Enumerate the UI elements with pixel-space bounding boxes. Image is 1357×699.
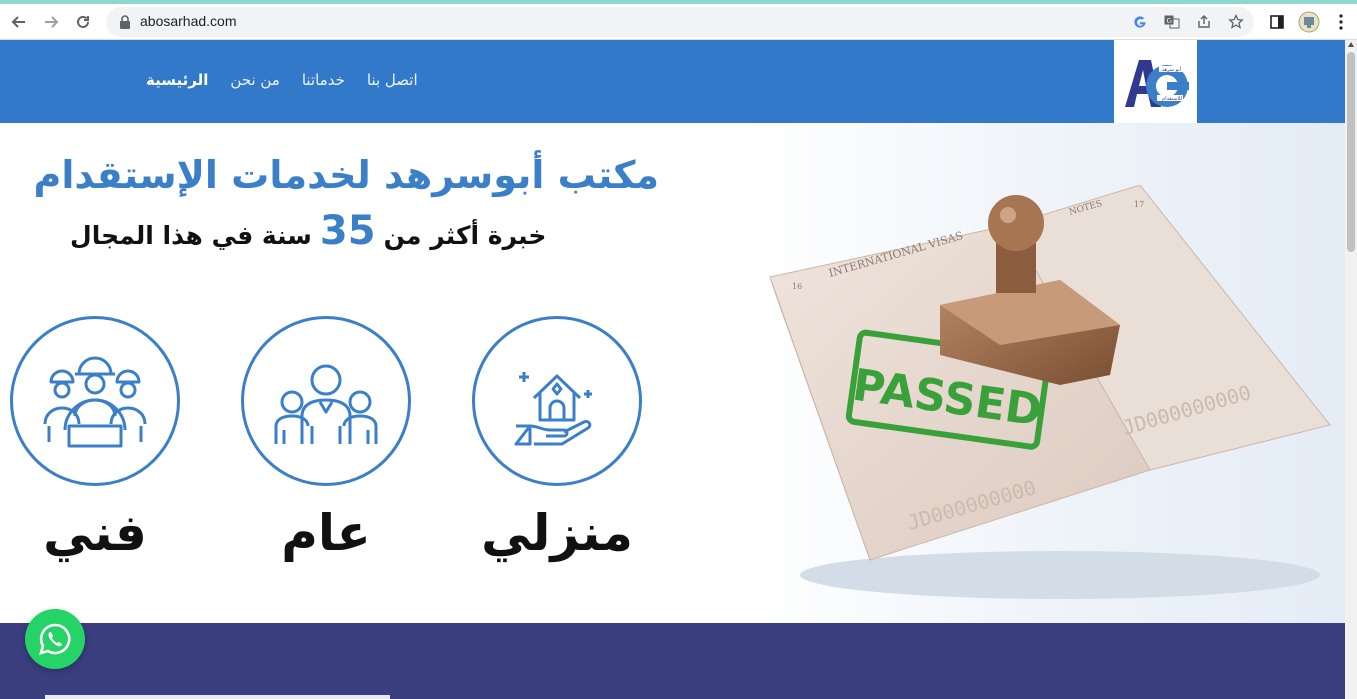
years-number: 35: [319, 208, 376, 254]
hero-subtitle: خبرة أكثر من 35 سنة في هذا المجال: [70, 208, 546, 254]
reload-icon[interactable]: [70, 9, 96, 35]
hero-banner: مكتب أبوسرهد لخدمات الإستقدام خبرة أكثر …: [0, 123, 1345, 623]
svg-text:G: G: [1167, 17, 1172, 25]
workers-helmet-icon: [43, 356, 147, 448]
service-general-ring: [241, 316, 411, 486]
bookmark-star-icon[interactable]: [1226, 12, 1246, 32]
forward-arrow-icon[interactable]: [38, 9, 64, 35]
logo-text-bottom: للاستقدام: [1162, 96, 1182, 102]
service-home-label: منزلي: [481, 504, 633, 562]
subtitle-after: سنة في هذا المجال: [70, 221, 312, 250]
family-group-icon: [274, 364, 378, 444]
service-general-label: عام: [281, 504, 371, 562]
whatsapp-button[interactable]: [25, 609, 85, 669]
share-icon[interactable]: [1194, 12, 1214, 32]
service-home-ring: [472, 316, 642, 486]
service-technical[interactable]: فني: [10, 316, 180, 562]
page-scrollbar[interactable]: [1345, 40, 1357, 699]
section-band: [0, 623, 1345, 699]
translate-icon[interactable]: G: [1162, 12, 1182, 32]
site-logo[interactable]: أبو سرهد للاستقدام: [1114, 40, 1197, 123]
menu-item-home[interactable]: الرئيسية: [146, 71, 208, 89]
main-menu: الرئيسية من نحن خدماتنا اتصل بنا: [146, 71, 418, 89]
passport-page-left-num: 16: [792, 282, 802, 291]
passport-stamp-image: INTERNATIONAL VISAS NOTES 16 17 JD000000…: [769, 185, 1331, 599]
home-in-hand-icon: [514, 372, 592, 446]
subtitle-before: خبرة أكثر من: [383, 221, 547, 250]
side-panel-icon[interactable]: [1264, 9, 1290, 35]
logo-mark-icon: أبو سرهد للاستقدام: [1124, 59, 1189, 107]
service-technical-ring: [10, 316, 180, 486]
hero-title: مكتب أبوسرهد لخدمات الإستقدام: [33, 153, 659, 197]
logo-text-top: أبو سرهد: [1161, 66, 1181, 73]
browser-toolbar: abosarhad.com G: [0, 4, 1357, 40]
lock-icon: [120, 15, 130, 29]
back-arrow-icon[interactable]: [6, 9, 32, 35]
whatsapp-icon: [39, 623, 71, 655]
menu-item-about[interactable]: من نحن: [230, 71, 280, 89]
site-header: أبو سرهد للاستقدام الرئيسية من نحن خدمات…: [0, 40, 1345, 123]
scroll-thumb[interactable]: [1347, 52, 1355, 252]
address-bar[interactable]: abosarhad.com G: [106, 7, 1254, 37]
kebab-menu-icon[interactable]: [1328, 9, 1354, 35]
band-divider: [45, 695, 390, 699]
service-home[interactable]: منزلي: [472, 316, 642, 562]
google-icon[interactable]: [1130, 12, 1150, 32]
menu-item-services[interactable]: خدماتنا: [302, 71, 345, 89]
scroll-up-arrow-icon[interactable]: [1348, 42, 1354, 47]
profile-avatar-icon[interactable]: [1296, 9, 1322, 35]
passport-page-right-num: 17: [1134, 200, 1144, 209]
url-text: abosarhad.com: [140, 13, 237, 29]
service-general[interactable]: عام: [241, 316, 411, 562]
service-technical-label: فني: [43, 504, 147, 562]
menu-item-contact[interactable]: اتصل بنا: [367, 71, 418, 89]
